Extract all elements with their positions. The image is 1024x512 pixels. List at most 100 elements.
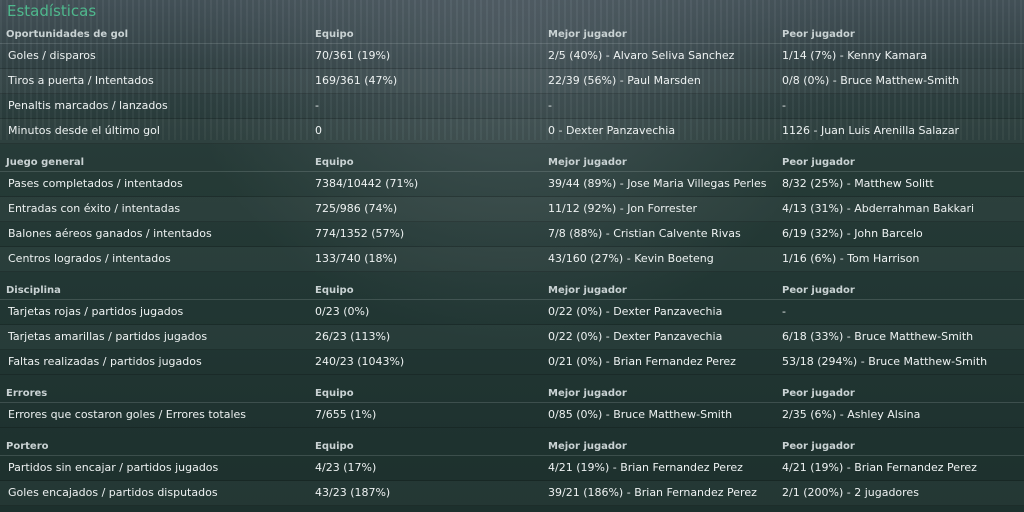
column-header-peor-jugador: Peor jugador — [782, 29, 855, 40]
worst-player-link[interactable]: 4/13 (31%) - Abderrahman Bakkari — [782, 202, 974, 215]
column-header-mejor-jugador: Mejor jugador — [548, 29, 627, 40]
section-oportunidades-de-gol: Oportunidades de gol Equipo Mejor jugado… — [0, 26, 1024, 144]
team-value: 774/1352 (57%) — [315, 227, 405, 240]
worst-player-link[interactable]: 1/16 (6%) - Tom Harrison — [782, 252, 919, 265]
best-player-link[interactable]: 0 - Dexter Panzavechia — [548, 124, 675, 137]
stat-label: Entradas con éxito / intentadas — [8, 202, 181, 215]
section-disciplina: Disciplina Equipo Mejor jugador Peor jug… — [0, 282, 1024, 375]
team-value: 725/986 (74%) — [315, 202, 398, 215]
column-header-equipo: Equipo — [315, 388, 354, 399]
worst-player-value: - — [782, 99, 786, 112]
team-value: 0/23 (0%) — [315, 305, 370, 318]
page-title: Estadísticas — [7, 2, 97, 20]
stat-row: Goles / disparos 70/361 (19%) 2/5 (40%) … — [0, 44, 1024, 69]
stat-label: Partidos sin encajar / partidos jugados — [8, 461, 219, 474]
best-player-link[interactable]: 0/85 (0%) - Bruce Matthew-Smith — [548, 408, 732, 421]
best-player-link[interactable]: 7/8 (88%) - Cristian Calvente Rivas — [548, 227, 741, 240]
stat-label: Errores que costaron goles / Errores tot… — [8, 408, 247, 421]
best-player-link[interactable]: 43/160 (27%) - Kevin Boeteng — [548, 252, 714, 265]
team-value: 4/23 (17%) — [315, 461, 377, 474]
section-title: Oportunidades de gol — [6, 29, 129, 40]
section-header: Portero Equipo Mejor jugador Peor jugado… — [0, 438, 1024, 456]
best-player-link[interactable]: 39/21 (186%) - Brian Fernandez Perez — [548, 486, 757, 499]
worst-player-link[interactable]: 8/32 (25%) - Matthew Solitt — [782, 177, 934, 190]
best-player-link[interactable]: 11/12 (92%) - Jon Forrester — [548, 202, 697, 215]
column-header-mejor-jugador: Mejor jugador — [548, 285, 627, 296]
column-header-equipo: Equipo — [315, 157, 354, 168]
stat-label: Goles encajados / partidos disputados — [8, 486, 218, 499]
column-header-peor-jugador: Peor jugador — [782, 157, 855, 168]
team-value: 7/655 (1%) — [315, 408, 377, 421]
best-player-link[interactable]: 22/39 (56%) - Paul Marsden — [548, 74, 701, 87]
column-header-peor-jugador: Peor jugador — [782, 388, 855, 399]
stat-label: Minutos desde el último gol — [8, 124, 160, 137]
stat-row: Tarjetas rojas / partidos jugados 0/23 (… — [0, 300, 1024, 325]
column-header-peor-jugador: Peor jugador — [782, 285, 855, 296]
worst-player-link[interactable]: 6/18 (33%) - Bruce Matthew-Smith — [782, 330, 973, 343]
best-player-link[interactable]: 0/22 (0%) - Dexter Panzavechia — [548, 305, 722, 318]
stat-row: Tarjetas amarillas / partidos jugados 26… — [0, 325, 1024, 350]
stat-row: Faltas realizadas / partidos jugados 240… — [0, 350, 1024, 375]
stats-panel: Oportunidades de gol Equipo Mejor jugado… — [0, 26, 1024, 506]
worst-player-link[interactable]: 0/8 (0%) - Bruce Matthew-Smith — [782, 74, 959, 87]
column-header-equipo: Equipo — [315, 441, 354, 452]
section-title: Juego general — [6, 157, 85, 168]
column-header-mejor-jugador: Mejor jugador — [548, 388, 627, 399]
team-value: 70/361 (19%) — [315, 49, 391, 62]
worst-player-link[interactable]: 1/14 (7%) - Kenny Kamara — [782, 49, 927, 62]
column-header-equipo: Equipo — [315, 29, 354, 40]
stat-row: Entradas con éxito / intentadas 725/986 … — [0, 197, 1024, 222]
column-header-peor-jugador: Peor jugador — [782, 441, 855, 452]
team-value: 169/361 (47%) — [315, 74, 398, 87]
stat-row: Penaltis marcados / lanzados - - - — [0, 94, 1024, 119]
section-header: Errores Equipo Mejor jugador Peor jugado… — [0, 385, 1024, 403]
stat-label: Faltas realizadas / partidos jugados — [8, 355, 202, 368]
worst-player-value: 2/1 (200%) - 2 jugadores — [782, 486, 919, 499]
column-header-mejor-jugador: Mejor jugador — [548, 157, 627, 168]
stat-row: Centros logrados / intentados 133/740 (1… — [0, 247, 1024, 272]
column-header-mejor-jugador: Mejor jugador — [548, 441, 627, 452]
best-player-link[interactable]: 0/21 (0%) - Brian Fernandez Perez — [548, 355, 736, 368]
section-title: Portero — [6, 441, 49, 452]
stat-row: Goles encajados / partidos disputados 43… — [0, 481, 1024, 506]
worst-player-link[interactable]: 1126 - Juan Luis Arenilla Salazar — [782, 124, 959, 137]
best-player-link[interactable]: 2/5 (40%) - Alvaro Seliva Sanchez — [548, 49, 734, 62]
section-errores: Errores Equipo Mejor jugador Peor jugado… — [0, 385, 1024, 428]
section-header: Oportunidades de gol Equipo Mejor jugado… — [0, 26, 1024, 44]
stat-row: Partidos sin encajar / partidos jugados … — [0, 456, 1024, 481]
stat-label: Tiros a puerta / Intentados — [8, 74, 154, 87]
stat-label: Tarjetas amarillas / partidos jugados — [8, 330, 208, 343]
team-value: 7384/10442 (71%) — [315, 177, 419, 190]
stat-label: Balones aéreos ganados / intentados — [8, 227, 212, 240]
section-juego-general: Juego general Equipo Mejor jugador Peor … — [0, 154, 1024, 272]
section-header: Juego general Equipo Mejor jugador Peor … — [0, 154, 1024, 172]
worst-player-link[interactable]: 4/21 (19%) - Brian Fernandez Perez — [782, 461, 977, 474]
worst-player-link[interactable]: 6/19 (32%) - John Barcelo — [782, 227, 923, 240]
stat-row: Errores que costaron goles / Errores tot… — [0, 403, 1024, 428]
team-value: 240/23 (1043%) — [315, 355, 405, 368]
team-value: 43/23 (187%) — [315, 486, 391, 499]
stat-row: Pases completados / intentados 7384/1044… — [0, 172, 1024, 197]
worst-player-link[interactable]: 53/18 (294%) - Bruce Matthew-Smith — [782, 355, 987, 368]
section-portero: Portero Equipo Mejor jugador Peor jugado… — [0, 438, 1024, 506]
best-player-value: - — [548, 99, 552, 112]
worst-player-value: - — [782, 305, 786, 318]
best-player-link[interactable]: 4/21 (19%) - Brian Fernandez Perez — [548, 461, 743, 474]
best-player-link[interactable]: 39/44 (89%) - Jose Maria Villegas Perles — [548, 177, 766, 190]
stat-label: Penaltis marcados / lanzados — [8, 99, 168, 112]
section-title: Errores — [6, 388, 48, 399]
team-value: 0 — [315, 124, 322, 137]
column-header-equipo: Equipo — [315, 285, 354, 296]
stat-row: Balones aéreos ganados / intentados 774/… — [0, 222, 1024, 247]
team-value: - — [315, 99, 319, 112]
section-header: Disciplina Equipo Mejor jugador Peor jug… — [0, 282, 1024, 300]
stat-label: Tarjetas rojas / partidos jugados — [8, 305, 184, 318]
stat-row: Minutos desde el último gol 0 0 - Dexter… — [0, 119, 1024, 144]
stat-row: Tiros a puerta / Intentados 169/361 (47%… — [0, 69, 1024, 94]
stat-label: Goles / disparos — [8, 49, 96, 62]
worst-player-link[interactable]: 2/35 (6%) - Ashley Alsina — [782, 408, 920, 421]
section-title: Disciplina — [6, 285, 61, 296]
stat-label: Centros logrados / intentados — [8, 252, 171, 265]
best-player-link[interactable]: 0/22 (0%) - Dexter Panzavechia — [548, 330, 722, 343]
team-value: 133/740 (18%) — [315, 252, 398, 265]
